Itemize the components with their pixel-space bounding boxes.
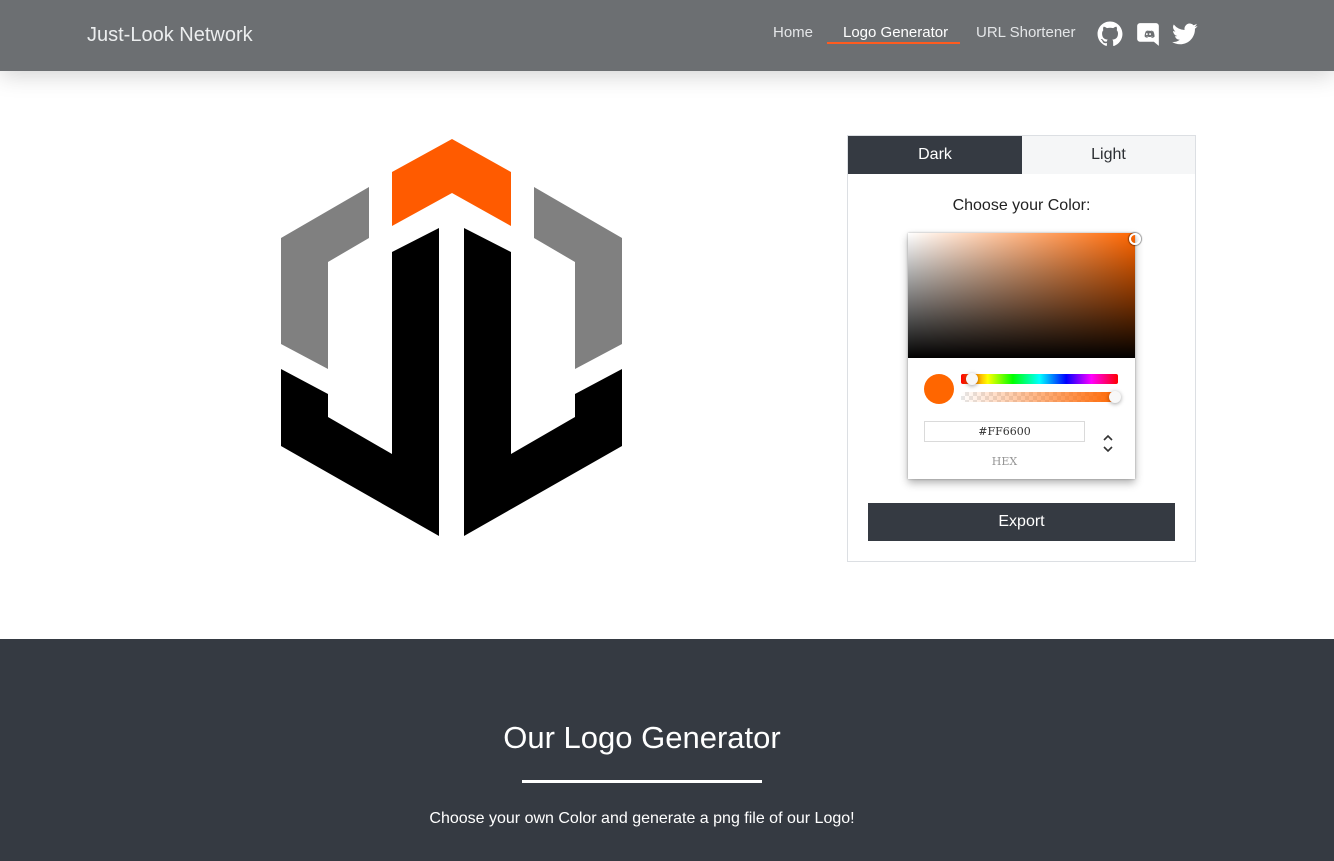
logo-left-bracket (281, 187, 369, 369)
hue-slider[interactable] (961, 374, 1118, 384)
saturation-area[interactable] (908, 233, 1135, 358)
nav-logo-generator[interactable]: Logo Generator (843, 24, 948, 41)
alpha-slider[interactable] (961, 392, 1118, 402)
format-toggle-icon[interactable] (1101, 432, 1115, 458)
tab-light[interactable]: Light (1022, 136, 1195, 174)
discord-icon[interactable] (1135, 21, 1161, 47)
hex-input[interactable] (924, 421, 1085, 442)
export-button[interactable]: Export (868, 503, 1175, 541)
color-preview-swatch (924, 374, 954, 404)
alpha-slider-handle[interactable] (1109, 391, 1121, 403)
footer-divider (522, 780, 762, 783)
footer-description: Choose your own Color and generate a png… (429, 810, 855, 827)
logo-right-bracket (534, 187, 622, 369)
footer-title: Our Logo Generator (503, 720, 781, 755)
tab-dark[interactable]: Dark (848, 136, 1022, 174)
github-icon[interactable] (1097, 21, 1123, 47)
footer-section: Our Logo Generator Choose your own Color… (0, 639, 1334, 861)
choose-color-label: Choose your Color: (952, 197, 1091, 214)
logo-top-chevron (392, 139, 511, 226)
navbar: Just-Look Network Home Logo Generator UR… (0, 0, 1334, 71)
twitter-icon[interactable] (1172, 21, 1198, 47)
color-picker: HEX (908, 233, 1141, 479)
logo-preview (270, 130, 635, 545)
hex-format-label: HEX (991, 455, 1018, 468)
nav-active-underline (827, 42, 960, 44)
brand-title[interactable]: Just-Look Network (87, 24, 253, 47)
nav-url-shortener[interactable]: URL Shortener (976, 24, 1076, 41)
saturation-pointer[interactable] (1129, 233, 1141, 245)
hue-slider-handle[interactable] (966, 373, 978, 385)
nav-home[interactable]: Home (773, 24, 813, 41)
color-panel: Dark Light Choose your Color: HEX Export (847, 135, 1196, 562)
